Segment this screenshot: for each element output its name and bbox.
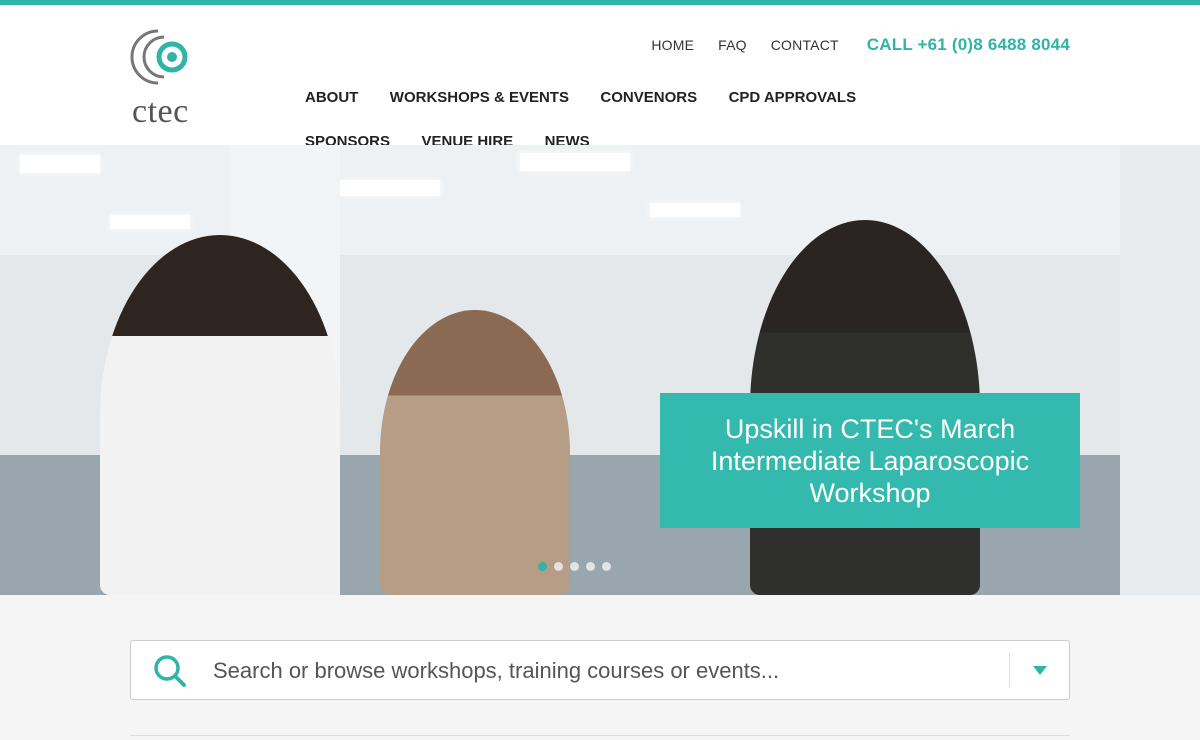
ctec-logo[interactable]: ctec: [128, 23, 208, 133]
ceiling-light: [650, 203, 740, 217]
nav-workshops-events[interactable]: WORKSHOPS & EVENTS: [390, 89, 569, 107]
nav-convenors[interactable]: CONVENORS: [600, 89, 697, 107]
slider-dots: [538, 562, 618, 571]
slider-dot[interactable]: [570, 562, 579, 571]
hero-photo-person: [100, 235, 340, 595]
hero-caption-box[interactable]: Upskill in CTEC's March Intermediate Lap…: [660, 393, 1080, 528]
search-icon[interactable]: [153, 654, 187, 693]
hero-photo-person: [380, 310, 570, 595]
search-bar: [130, 640, 1070, 700]
nav-cpd-approvals[interactable]: CPD APPROVALS: [729, 89, 857, 107]
search-input[interactable]: [211, 651, 1015, 691]
site-header: ctec HOME FAQ CONTACT CALL +61 (0)8 6488…: [0, 5, 1200, 149]
ceiling-light: [20, 155, 100, 173]
slider-dot[interactable]: [586, 562, 595, 571]
slider-dot[interactable]: [602, 562, 611, 571]
caret-down-icon: [1033, 665, 1047, 675]
ceiling-light: [520, 153, 630, 171]
ceiling-light: [110, 215, 190, 229]
ceiling-light: [340, 180, 440, 196]
slider-dot[interactable]: [554, 562, 563, 571]
search-divider: [1009, 653, 1010, 687]
hero-slider[interactable]: Upskill in CTEC's March Intermediate Lap…: [0, 145, 1200, 595]
nav-faq[interactable]: FAQ: [718, 37, 747, 53]
utility-nav: HOME FAQ CONTACT CALL +61 (0)8 6488 8044: [627, 35, 1070, 55]
phone-link[interactable]: CALL +61 (0)8 6488 8044: [867, 35, 1070, 55]
logo-mark: [130, 29, 188, 85]
slider-dot[interactable]: [538, 562, 547, 571]
hero-photo-equipment: [1120, 145, 1200, 595]
main-nav: ABOUT WORKSHOPS & EVENTS CONVENORS CPD A…: [305, 89, 985, 149]
nav-about[interactable]: ABOUT: [305, 89, 358, 107]
hero-caption-text: Upskill in CTEC's March Intermediate Lap…: [710, 413, 1030, 508]
search-dropdown-toggle[interactable]: [1011, 641, 1069, 699]
logo-wordmark: ctec: [132, 93, 189, 130]
nav-home[interactable]: HOME: [651, 37, 694, 53]
section-divider: [130, 735, 1070, 736]
nav-contact[interactable]: CONTACT: [771, 37, 839, 53]
